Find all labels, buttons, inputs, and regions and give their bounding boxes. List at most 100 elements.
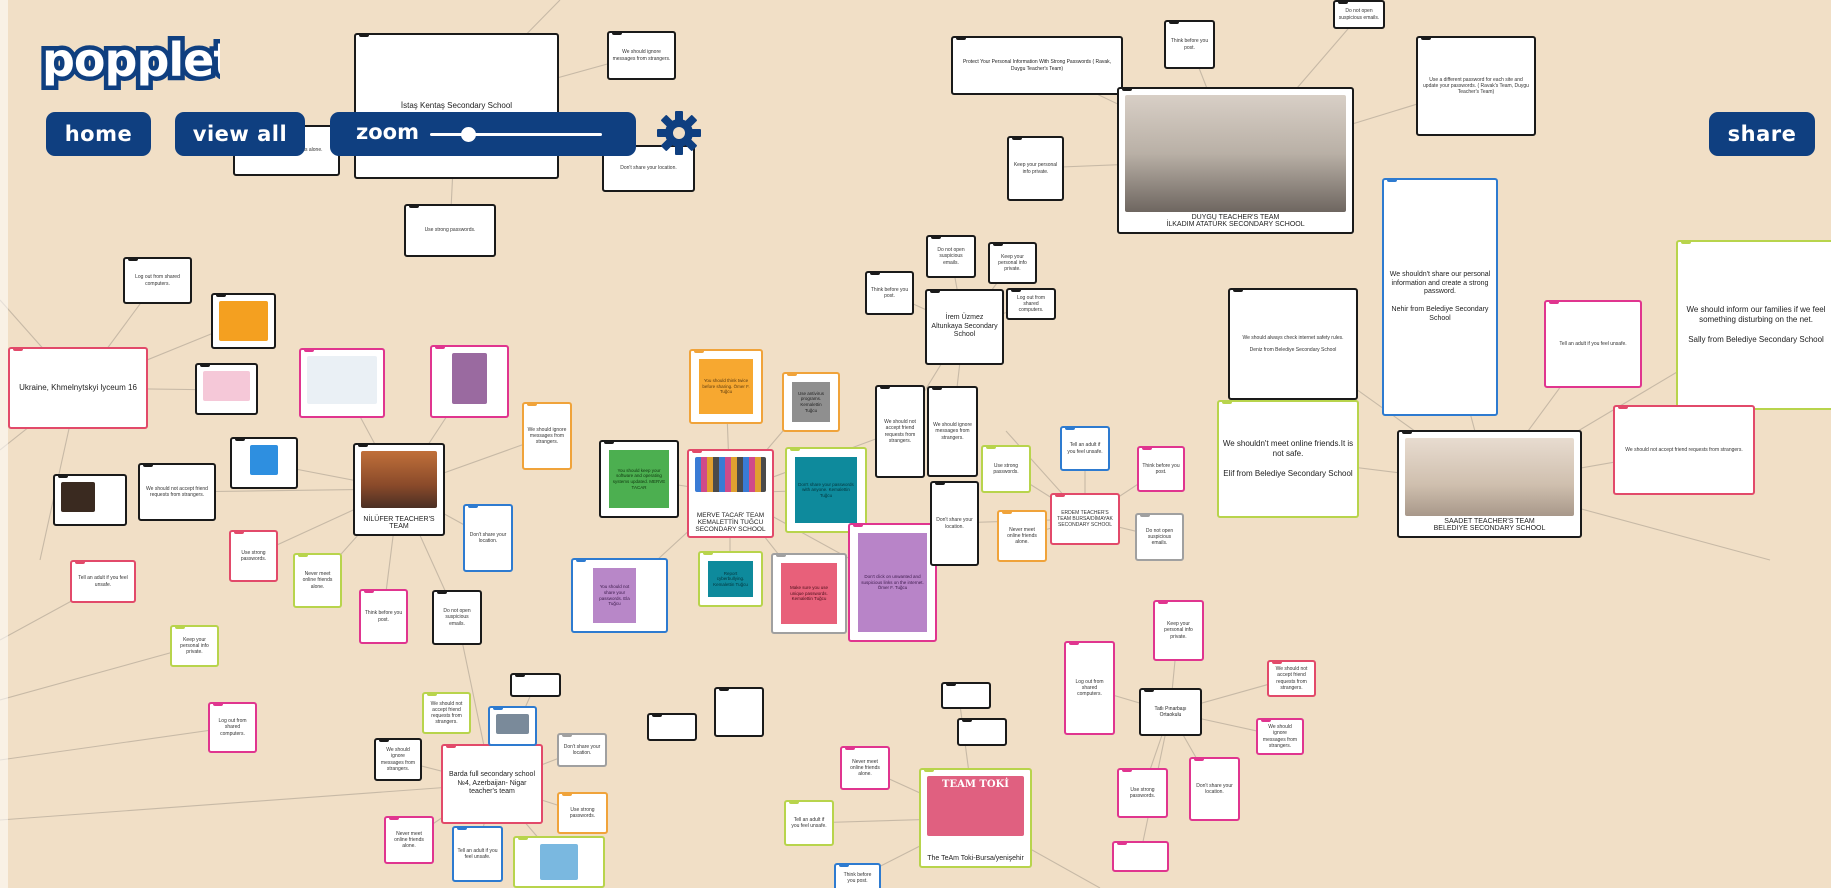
home-button[interactable]: home: [46, 112, 151, 156]
popple-small[interactable]: Tell an adult if you feel unsafe.: [1060, 426, 1110, 471]
popple-gray-note[interactable]: Use antivirus programs. Kemalettin Tuğcu: [782, 372, 840, 432]
popple-small[interactable]: We should not accept friend requests fro…: [875, 385, 925, 478]
popple-small[interactable]: We should not accept friend requests fro…: [422, 692, 471, 734]
zoom-slider-knob[interactable]: [460, 127, 476, 142]
team-photo: [1405, 438, 1574, 516]
popple-merve-team[interactable]: MERVE TACAR' TEAM KEMALETTİN TUĞCU SECON…: [687, 449, 774, 538]
popple-small[interactable]: Never meet online friends alone.: [293, 553, 342, 608]
popple-text: We should inform our families if we feel…: [1686, 305, 1826, 344]
gear-icon[interactable]: [654, 108, 704, 158]
popple-small[interactable]: Don't share your location.: [930, 481, 979, 566]
popple-small[interactable]: Think before you post.: [1164, 20, 1215, 69]
popple-green-note[interactable]: You should keep your software and operat…: [599, 440, 679, 518]
popple-belediye-note[interactable]: We should always check internet safety r…: [1228, 288, 1358, 400]
share-button[interactable]: share: [1709, 112, 1815, 156]
popple-lilac-note[interactable]: You should not share your passwords. Ela…: [571, 558, 668, 633]
view-all-button[interactable]: view all: [175, 112, 305, 156]
popple-small[interactable]: We should ignore messages from strangers…: [927, 386, 978, 477]
popple-small[interactable]: Do not open suspicious emails.: [432, 590, 482, 645]
popple-duygu-team[interactable]: DUYGU TEACHER'S TEAM İLKADIM ATATÜRK SEC…: [1117, 87, 1354, 234]
popple-image[interactable]: [211, 293, 276, 349]
popple-small[interactable]: Keep your personal info private.: [170, 625, 219, 667]
popple-small[interactable]: Don't share your location.: [1189, 757, 1240, 821]
popple-small[interactable]: Use strong passwords.: [404, 204, 496, 257]
popple-small[interactable]: Use strong passwords.: [229, 530, 278, 582]
popple-image[interactable]: [230, 437, 298, 489]
popple-image[interactable]: [195, 363, 258, 415]
zoom-slider-track[interactable]: [430, 133, 602, 136]
popple-small[interactable]: Do not open suspicious emails.: [1333, 0, 1385, 29]
popple-irem[interactable]: İrem Üzmez Altunkaya Secondary School: [925, 289, 1004, 365]
popple-ukraine[interactable]: Ukraine, Khmelnytskyi lyceum 16: [8, 347, 148, 429]
popple-text: Log out from shared computers.: [218, 718, 247, 737]
popple-password-note[interactable]: Use a different password for each site a…: [1416, 36, 1536, 136]
popple-purple-note[interactable]: Don't click on unwanted and suspicious l…: [848, 523, 937, 642]
popple-small[interactable]: Log out from shared computers.: [1006, 288, 1056, 320]
popple-small[interactable]: We should not accept friend requests fro…: [138, 463, 216, 521]
popple-small[interactable]: Use strong passwords.: [557, 792, 608, 834]
popple-small[interactable]: We should ignore messages from strangers…: [374, 738, 422, 781]
connection-line: [0, 783, 493, 821]
popple-small[interactable]: Use strong passwords.: [1117, 768, 1168, 818]
popple-protect-info[interactable]: Protect Your Personal Information With S…: [951, 36, 1123, 95]
popple-text: Do not open suspicious emails.: [1145, 527, 1174, 547]
popple-barda[interactable]: Barda full secondary school №4, Azerbaij…: [441, 744, 543, 824]
popple-small[interactable]: Never meet online friends alone.: [384, 816, 434, 864]
popple-elif[interactable]: We shouldn't meet online friends.It is n…: [1217, 400, 1359, 518]
popple-nehir[interactable]: We shouldn't share our personal informat…: [1382, 178, 1498, 416]
popple-image[interactable]: [53, 474, 127, 526]
popple-school-lines[interactable]: Tatlı Pınarbaşı Ortaokulu: [1139, 688, 1202, 736]
popple-small[interactable]: Log out from shared computers.: [123, 257, 192, 304]
popple-small[interactable]: Tell an adult if you feel unsafe.: [70, 560, 136, 603]
popple-image[interactable]: [488, 706, 537, 746]
popple-image[interactable]: [430, 345, 509, 418]
popple-small[interactable]: Keep your personal info private.: [1153, 600, 1204, 661]
popple-small[interactable]: We should ignore messages from strangers…: [607, 31, 676, 80]
popple-red-note[interactable]: We should not accept friend requests fro…: [1613, 405, 1755, 495]
popple-small[interactable]: Think before you post.: [359, 589, 408, 644]
popple-small[interactable]: Do not open suspicious emails.: [926, 235, 976, 278]
popple-small[interactable]: Log out from shared computers.: [208, 702, 257, 753]
popple-small[interactable]: Don't share your location.: [557, 733, 607, 767]
popple-image[interactable]: [299, 348, 385, 418]
popple-small[interactable]: We should not accept friend requests fro…: [1267, 660, 1316, 697]
popple-orange-note[interactable]: You should think twice before sharing. Ö…: [689, 349, 763, 424]
popple-small[interactable]: We should ignore messages from strangers…: [522, 402, 572, 470]
popple-small[interactable]: Think before you post.: [1137, 446, 1185, 492]
zoom-label: zoom: [356, 120, 419, 144]
popplet-logo[interactable]: popplet: [40, 26, 220, 96]
popple-empty[interactable]: [941, 682, 991, 709]
popple-text: Keep your personal info private.: [998, 253, 1027, 273]
popple-nilufer-team[interactable]: NİLÜFER TEACHER'S TEAM: [353, 443, 445, 536]
popple-small[interactable]: Log out from shared computers.: [1064, 641, 1115, 735]
popple-small[interactable]: Use strong passwords.: [981, 445, 1031, 493]
popple-teal-note[interactable]: Don't share your passwords with anyone. …: [785, 447, 867, 533]
popple-empty[interactable]: [647, 713, 697, 741]
popple-small[interactable]: We should ignore messages from strangers…: [1256, 718, 1304, 755]
popple-small[interactable]: Do not open suspicious emails.: [1135, 513, 1184, 561]
popple-pink-sticky[interactable]: Make sure you use unique passwords. Kema…: [771, 553, 847, 634]
popple-small[interactable]: Tell an adult if you feel unsafe.: [784, 800, 834, 846]
popple-saadet-team[interactable]: SAADET TEACHER'S TEAM BELEDIYE SECONDARY…: [1397, 430, 1582, 538]
popple-empty[interactable]: [957, 718, 1007, 746]
popple-empty[interactable]: [510, 673, 561, 697]
popple-pink-note[interactable]: Tell an adult if you feel unsafe.: [1544, 300, 1642, 388]
popple-small[interactable]: Tell an adult if you feel unsafe.: [452, 826, 503, 882]
popple-turkey-team[interactable]: ERDEM TEACHER'S TEAM BURSA/DİMAYAK SECON…: [1050, 493, 1120, 545]
popple-empty[interactable]: [714, 687, 764, 737]
zoom-control[interactable]: zoom: [330, 112, 636, 156]
popple-istas-school[interactable]: İstaş Kentaş Secondary School: [354, 33, 559, 179]
popple-small[interactable]: Keep your personal info private.: [988, 242, 1037, 284]
popple-empty[interactable]: [1112, 841, 1169, 872]
popple-team-toki[interactable]: TEAM TOKİ The TeAm Toki-Bursa/yenişehir: [919, 768, 1032, 868]
popple-sally[interactable]: We should inform our families if we feel…: [1676, 240, 1831, 410]
popple-text: İrem Üzmez Altunkaya Secondary School: [931, 313, 998, 339]
popple-image[interactable]: [513, 836, 605, 888]
popple-teal2-note[interactable]: Report cyberbullying. Kemalettin Tuğcu: [698, 551, 763, 607]
popple-small[interactable]: Never meet online friends alone.: [840, 746, 890, 790]
popple-small[interactable]: Think before you post.: [834, 863, 881, 888]
popple-small[interactable]: Keep your personal info private.: [1007, 136, 1064, 201]
popple-small[interactable]: Think before you post.: [865, 271, 914, 315]
popple-small[interactable]: Never meet online friends alone.: [997, 510, 1047, 562]
popple-small[interactable]: Don't share your location.: [463, 504, 513, 572]
